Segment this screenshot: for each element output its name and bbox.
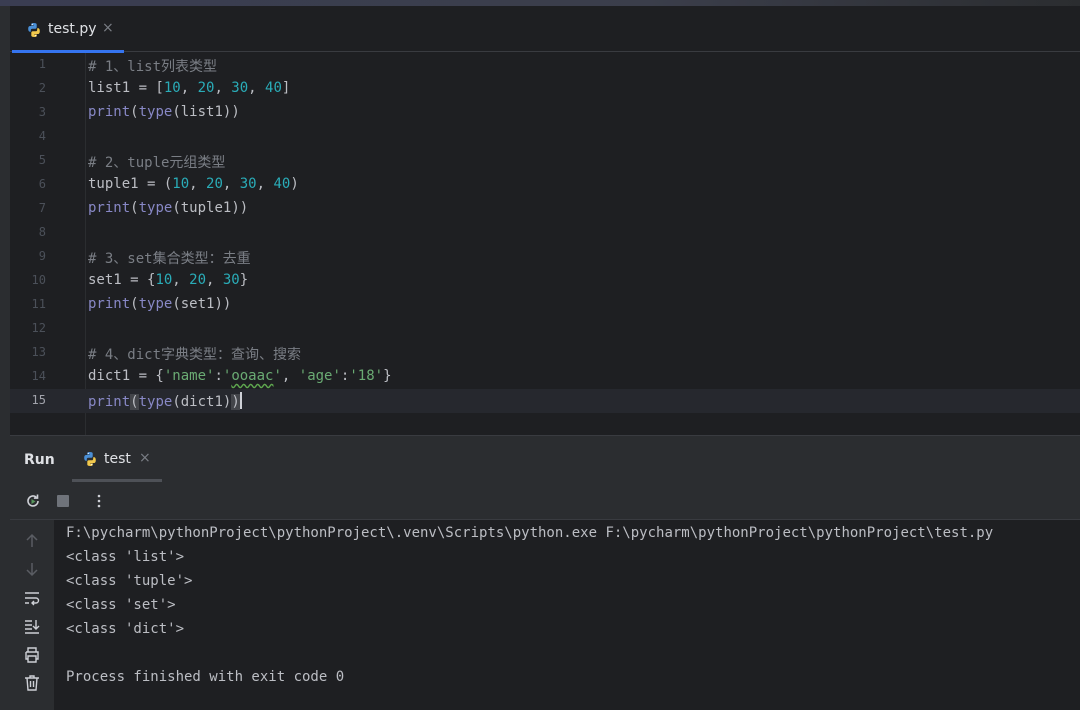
python-file-icon bbox=[26, 22, 42, 42]
left-tool-strip bbox=[0, 6, 10, 710]
scroll-to-end-icon[interactable] bbox=[23, 617, 41, 635]
line-number: 5 bbox=[38, 153, 46, 167]
code-line: 4 bbox=[10, 125, 1080, 149]
console-side-toolbar bbox=[10, 520, 54, 710]
console-output-line: <class 'list'> bbox=[66, 549, 185, 565]
line-number: 10 bbox=[31, 273, 46, 287]
run-tab-test[interactable]: test × bbox=[72, 436, 162, 482]
code-text: # 3、set集合类型：去重 bbox=[88, 251, 251, 267]
code-text: dict1 = {'name':'ooaac', 'age':'18'} bbox=[88, 368, 392, 384]
console-exit-message: Process finished with exit code 0 bbox=[66, 669, 345, 685]
run-console[interactable]: F:\pycharm\pythonProject\pythonProject\.… bbox=[54, 520, 1080, 710]
code-editor[interactable]: 1 # 1、list列表类型 2 list1 = [10, 20, 30, 40… bbox=[10, 53, 1080, 435]
run-tab-label: test bbox=[104, 451, 131, 467]
code-text: print(type(tuple1)) bbox=[88, 200, 249, 216]
code-line: 8 bbox=[10, 221, 1080, 245]
console-output-line: <class 'set'> bbox=[66, 597, 176, 613]
line-number: 13 bbox=[31, 345, 46, 359]
console-output-line: <class 'tuple'> bbox=[66, 573, 193, 589]
code-line: 14 dict1 = {'name':'ooaac', 'age':'18'} bbox=[10, 365, 1080, 389]
more-vertical-icon[interactable] bbox=[90, 492, 108, 510]
arrow-up-icon[interactable] bbox=[23, 532, 41, 550]
code-text: tuple1 = (10, 20, 30, 40) bbox=[88, 176, 299, 192]
line-number: 2 bbox=[38, 81, 46, 95]
editor-tab-bar: test.py × bbox=[10, 6, 1080, 53]
python-file-icon bbox=[82, 451, 98, 471]
line-number: 8 bbox=[38, 225, 46, 239]
code-line: 10 set1 = {10, 20, 30} bbox=[10, 269, 1080, 293]
line-number: 15 bbox=[31, 393, 46, 407]
stop-icon[interactable] bbox=[54, 492, 72, 510]
line-number: 7 bbox=[38, 201, 46, 215]
typo-highlight: ooaac bbox=[231, 368, 274, 384]
line-number: 9 bbox=[38, 249, 46, 263]
run-title: Run bbox=[24, 452, 55, 468]
code-line: 9 # 3、set集合类型：去重 bbox=[10, 245, 1080, 269]
rerun-icon[interactable] bbox=[24, 492, 42, 510]
code-text: list1 = [10, 20, 30, 40] bbox=[88, 80, 291, 96]
text-caret bbox=[239, 392, 242, 409]
code-line: 7 print(type(tuple1)) bbox=[10, 197, 1080, 221]
line-number: 4 bbox=[38, 129, 46, 143]
code-text: print(type(set1)) bbox=[88, 296, 232, 312]
code-text: # 1、list列表类型 bbox=[88, 59, 218, 75]
code-line: 5 # 2、tuple元组类型 bbox=[10, 149, 1080, 173]
run-toolbar bbox=[10, 482, 1080, 520]
close-run-tab-icon[interactable]: × bbox=[139, 450, 151, 466]
soft-wrap-icon[interactable] bbox=[23, 589, 41, 607]
trash-icon[interactable] bbox=[23, 674, 41, 692]
tab-label: test.py bbox=[48, 21, 97, 37]
code-line: 13 # 4、dict字典类型：查询、搜索 bbox=[10, 341, 1080, 365]
line-number: 3 bbox=[38, 105, 46, 119]
code-text: print(type(dict1)) bbox=[88, 392, 242, 410]
code-text: # 2、tuple元组类型 bbox=[88, 155, 226, 171]
line-number: 6 bbox=[38, 177, 46, 191]
code-line: 6 tuple1 = (10, 20, 30, 40) bbox=[10, 173, 1080, 197]
console-output-line: <class 'dict'> bbox=[66, 621, 185, 637]
print-icon[interactable] bbox=[23, 646, 41, 664]
code-line: 11 print(type(set1)) bbox=[10, 293, 1080, 317]
console-command-line: F:\pycharm\pythonProject\pythonProject\.… bbox=[66, 525, 994, 541]
code-text: print(type(list1)) bbox=[88, 104, 240, 120]
line-number: 12 bbox=[31, 321, 46, 335]
editor-tab-test-py[interactable]: test.py × bbox=[12, 6, 124, 53]
run-tool-window-header: Run test × bbox=[10, 436, 1080, 482]
close-tab-icon[interactable]: × bbox=[102, 20, 114, 36]
code-line: 3 print(type(list1)) bbox=[10, 101, 1080, 125]
code-line: 1 # 1、list列表类型 bbox=[10, 53, 1080, 77]
code-text: set1 = {10, 20, 30} bbox=[88, 272, 249, 288]
code-text: # 4、dict字典类型：查询、搜索 bbox=[88, 347, 302, 363]
line-number: 14 bbox=[31, 369, 46, 383]
code-line: 12 bbox=[10, 317, 1080, 341]
line-number: 1 bbox=[38, 57, 46, 71]
arrow-down-icon[interactable] bbox=[23, 560, 41, 578]
code-line-current: 15 print(type(dict1)) bbox=[10, 389, 1080, 413]
line-number: 11 bbox=[31, 297, 46, 311]
code-line: 2 list1 = [10, 20, 30, 40] bbox=[10, 77, 1080, 101]
